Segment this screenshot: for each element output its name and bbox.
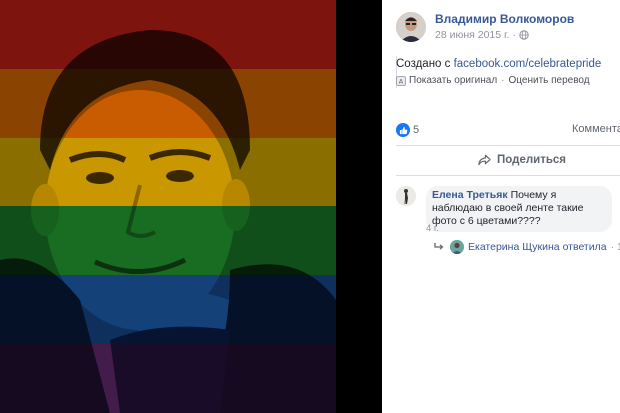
replier-avatar — [450, 240, 464, 254]
reply-summary[interactable]: Екатерина Щукина ответила · 1 о — [434, 240, 620, 254]
commenter-avatar[interactable] — [396, 186, 416, 206]
commenter-name[interactable]: Елена Третьяк — [432, 189, 508, 201]
rainbow-overlay — [0, 0, 336, 413]
like-count: 5 — [413, 124, 420, 136]
stripe-red — [0, 0, 336, 69]
reply-text: Екатерина Щукина ответила — [468, 241, 607, 253]
created-prefix: Создано с — [396, 58, 454, 70]
stripe-blue — [0, 275, 336, 345]
separator-dot: · — [512, 29, 516, 41]
stripe-purple — [0, 344, 336, 413]
translate-icon: A — [396, 75, 406, 86]
globe-icon[interactable] — [519, 30, 529, 40]
stripe-yellow — [0, 137, 336, 207]
separator-dot: · — [501, 75, 505, 86]
rate-translation-link[interactable]: Оценить перевод — [509, 75, 590, 86]
profile-photo[interactable] — [0, 0, 336, 413]
divider — [396, 145, 620, 146]
share-label: Поделиться — [497, 154, 567, 166]
show-original-link[interactable]: Показать оригинал — [409, 75, 497, 86]
comment-bubble: Елена Третьяк Почему я наблюдаю в своей л… — [426, 186, 612, 232]
divider — [396, 175, 620, 176]
post-text: Создано с facebook.com/celebratepride — [396, 58, 601, 70]
author-name[interactable]: Владимир Волкоморов — [435, 12, 574, 27]
share-button[interactable]: Поделиться — [478, 154, 566, 166]
person-icon — [396, 12, 426, 42]
stripe-orange — [0, 68, 336, 138]
post-header: Владимир Волкоморов 28 июня 2015 г. · — [396, 12, 574, 42]
post-date[interactable]: 28 июня 2015 г. — [435, 28, 509, 42]
reply-time: · 1 о — [610, 241, 620, 253]
post-meta: 28 июня 2015 г. · — [435, 28, 574, 42]
person-icon — [396, 186, 416, 206]
comments-count-link[interactable]: Комментар — [572, 123, 620, 135]
like-icon — [396, 123, 410, 137]
svg-text:A: A — [399, 77, 404, 85]
photo-viewer-gap — [336, 0, 382, 413]
reply-arrow-icon — [434, 243, 444, 250]
reactions-summary[interactable]: 5 — [396, 123, 419, 137]
post-sidebar: Владимир Волкоморов 28 июня 2015 г. · Со… — [382, 0, 620, 413]
translation-controls: A Показать оригинал · Оценить перевод — [396, 75, 590, 86]
share-icon — [478, 154, 491, 166]
stripe-green — [0, 206, 336, 276]
author-avatar[interactable] — [396, 12, 426, 42]
comment-time[interactable]: 4 г. — [426, 223, 439, 234]
celebratepride-link[interactable]: facebook.com/celebratepride — [454, 58, 602, 70]
